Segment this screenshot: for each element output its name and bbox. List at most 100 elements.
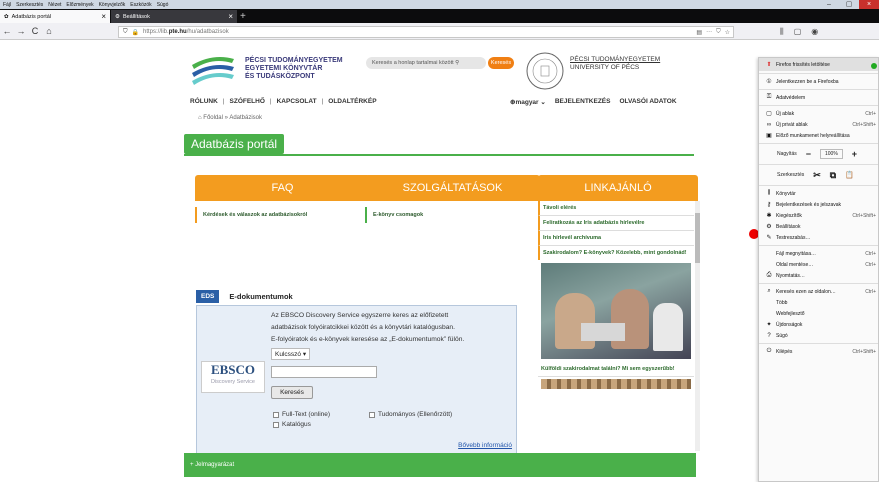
menu-webdev[interactable]: Webfejlesztő xyxy=(759,308,878,319)
tab-adatbazis[interactable]: ✿ Adatbázis portál × xyxy=(0,10,110,23)
login-link[interactable]: BEJELENTKEZÉS xyxy=(555,98,611,106)
list-item[interactable]: Iris hírlevél archívuma xyxy=(538,231,694,246)
eds-label[interactable]: EDS xyxy=(196,290,220,303)
nav-toolbar: ← → C ⌂ ⛉ 🔒 https://lib.pte.hu/hu/adatba… xyxy=(0,23,879,40)
home-icon[interactable]: ⌂ xyxy=(42,26,56,36)
menu-quit[interactable]: ⏻ Kilépés Ctrl+Shift+ xyxy=(759,346,878,357)
university-seal[interactable] xyxy=(522,51,568,91)
menu-help[interactable]: ? Súgó xyxy=(759,330,878,341)
links-list: Távoli elérés Feliratkozás az Iris adatb… xyxy=(538,201,694,451)
menu-logins[interactable]: ⚷ Bejelentkezések és jelszavak xyxy=(759,199,878,210)
menu-bookmarks[interactable]: Könyvjelzők xyxy=(99,2,126,8)
menu-help[interactable]: Súgó xyxy=(157,2,169,8)
reader-data-link[interactable]: OLVASÓI ADATOK xyxy=(619,98,676,106)
students-photo[interactable] xyxy=(541,263,691,359)
nav-szofelho[interactable]: SZÓFELHŐ xyxy=(230,98,265,105)
library-icon[interactable]: ⫼ xyxy=(780,27,784,37)
zoom-in-icon[interactable]: + xyxy=(852,149,857,159)
ebsco-logo: EBSCO Discovery Service xyxy=(201,361,265,393)
books-photo[interactable] xyxy=(541,379,691,389)
paste-icon[interactable]: 📋 xyxy=(845,171,854,179)
eds-search-input[interactable] xyxy=(271,366,377,378)
breadcrumb-home[interactable]: Főoldal xyxy=(203,115,223,121)
close-tab-icon[interactable]: × xyxy=(228,12,233,21)
menu-history[interactable]: Előzmények xyxy=(66,2,93,8)
nav-rolunk[interactable]: RÓLUNK xyxy=(190,98,218,105)
university-name[interactable]: PÉCSI TUDOMÁNYEGYETEM UNIVERSITY OF PÉCS xyxy=(570,56,660,72)
services-header: SZOLGÁLTATÁSOK xyxy=(365,175,540,201)
maximize-icon[interactable]: ▢ xyxy=(839,0,859,9)
legend-bar[interactable]: + Jelmagyarázat xyxy=(184,453,696,477)
back-icon[interactable]: ← xyxy=(0,26,14,36)
list-item[interactable]: Távoli elérés xyxy=(538,201,694,216)
faq-link[interactable]: Kérdések és válaszok az adatbázisokról xyxy=(195,207,370,223)
menu-addons[interactable]: ✱ Kiegészítők Ctrl+Shift+ xyxy=(759,210,878,221)
minimize-icon[interactable]: – xyxy=(819,0,839,9)
menu-save-page[interactable]: Oldal mentése… Ctrl+ xyxy=(759,259,878,270)
site-search-button[interactable]: Keresés xyxy=(488,57,514,69)
menu-more[interactable]: Több xyxy=(759,297,878,308)
menu-customize[interactable]: ✎ Testreszabás… xyxy=(759,232,878,243)
more-info-link[interactable]: Bővebb információ xyxy=(458,442,512,449)
menu-edit[interactable]: Szerkesztés xyxy=(16,2,43,8)
menu-private-window[interactable]: ∞ Új privát ablak Ctrl+Shift+ xyxy=(759,119,878,130)
cut-icon[interactable]: ✂ xyxy=(813,170,821,181)
page-actions-icon[interactable]: ··· xyxy=(706,29,712,36)
close-tab-icon[interactable]: × xyxy=(101,12,106,21)
list-item[interactable]: Szakirodalom? E-könyvek? Közelebb, mint … xyxy=(538,246,694,260)
zoom-out-icon[interactable]: − xyxy=(806,149,811,159)
menu-new-window[interactable]: ▢ Új ablak Ctrl+ xyxy=(759,108,878,119)
copy-icon[interactable]: ⧉ xyxy=(830,170,836,181)
menu-library[interactable]: ⫼ Könyvtár xyxy=(759,188,878,199)
ebook-packages-link[interactable]: E-könyv csomagok xyxy=(365,207,540,223)
account-icon[interactable]: ◉ xyxy=(811,27,818,37)
zoom-reset[interactable]: 100% xyxy=(820,149,843,159)
tab-settings[interactable]: ⚙ Beállítások × xyxy=(111,10,237,23)
site-search-input[interactable]: Keresés a honlap tartalmai között ⚲ xyxy=(366,57,486,69)
eds-description: Az EBSCO Discovery Service egyszerre ker… xyxy=(271,312,465,343)
nav-kapcsolat[interactable]: KAPCSOLAT xyxy=(277,98,317,105)
links-scrollbar[interactable] xyxy=(695,201,700,451)
library-logo[interactable] xyxy=(190,53,236,89)
catalog-checkbox[interactable]: Katalógus xyxy=(273,421,311,428)
eds-tab: EDS E-dokumentumok xyxy=(196,290,293,303)
lock-icon[interactable]: 🔒 xyxy=(132,29,139,36)
fulltext-checkbox[interactable]: Full-Text (online) xyxy=(273,411,330,418)
pocket-icon[interactable]: ⛉ xyxy=(716,29,721,36)
page-viewport: PÉCSI TUDOMÁNYEGYETEM EGYETEMI KÖNYVTÁR … xyxy=(0,41,879,482)
sidebar-icon[interactable]: ▢ xyxy=(794,27,802,37)
menu-view[interactable]: Nézet xyxy=(48,2,61,8)
new-tab-icon[interactable]: + xyxy=(240,11,246,22)
menu-settings[interactable]: ⚙ Beállítások xyxy=(759,221,878,232)
toolbar-right: ⫼ ▢ ◉ xyxy=(780,27,818,37)
forward-icon[interactable]: → xyxy=(14,26,28,36)
services-card: SZOLGÁLTATÁSOK E-könyv csomagok xyxy=(365,175,540,223)
close-window-icon[interactable]: × xyxy=(859,0,879,9)
nav-oldalterkep[interactable]: OLDALTÉRKÉP xyxy=(328,98,376,105)
menu-whats-new[interactable]: ✦ Újdonságok xyxy=(759,319,878,330)
menu-find[interactable]: ⌕ Keresés ezen az oldalon… Ctrl+ xyxy=(759,286,878,297)
url-bar[interactable]: ⛉ 🔒 https://lib.pte.hu/hu/adatbazisok ▤ … xyxy=(118,26,734,38)
reload-icon[interactable]: C xyxy=(28,26,42,36)
menu-sign-in[interactable]: ① Jelentkezzen be a Firefoxba xyxy=(759,76,878,87)
home-icon[interactable]: ⌂ xyxy=(198,115,202,121)
language-select[interactable]: ⊕magyar ⌄ xyxy=(510,98,546,106)
page-title: Adatbázis portál xyxy=(184,134,695,156)
menu-privacy[interactable]: ⚿ Adatvédelem xyxy=(759,92,878,103)
eds-search-button[interactable]: Keresés xyxy=(271,386,313,399)
menu-open-file[interactable]: Fájl megnyitása… Ctrl+ xyxy=(759,248,878,259)
menu-update-firefox[interactable]: ⬆ Firefox frissítés letöltése xyxy=(759,58,878,71)
eds-title[interactable]: E-dokumentumok xyxy=(229,292,292,301)
reader-view-icon[interactable]: ▤ xyxy=(696,29,702,36)
scholarly-checkbox[interactable]: Tudományos (Ellenőrzött) xyxy=(369,411,452,418)
keyword-select[interactable]: Kulcsszó ▾ xyxy=(271,348,311,360)
shield-icon[interactable]: ⛉ xyxy=(123,29,128,36)
menu-file[interactable]: Fájl xyxy=(3,2,11,8)
list-item[interactable]: Külföldi szakirodalmat találni? Mi sem e… xyxy=(538,362,694,377)
menu-restore-session[interactable]: ▣ Előző munkamenet helyreállítása xyxy=(759,130,878,141)
eds-search-box: Az EBSCO Discovery Service egyszerre ker… xyxy=(196,305,517,457)
list-item[interactable]: Feliratkozás az Iris adatbázis hírlevélr… xyxy=(538,216,694,231)
menu-tools[interactable]: Eszközök xyxy=(130,2,151,8)
bookmark-star-icon[interactable]: ☆ xyxy=(725,29,730,36)
menu-print[interactable]: ⎙ Nyomtatás… xyxy=(759,270,878,281)
